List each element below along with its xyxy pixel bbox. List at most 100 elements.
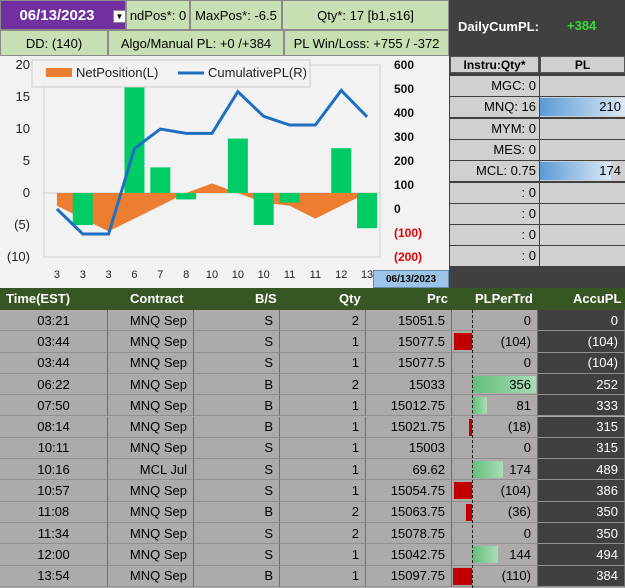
instrument-qty: MYM: 0 [450,118,539,139]
pl-per-trade-value: (18) [507,419,531,435]
col-plpertrd-header: PLPerTrd [475,291,533,306]
pl-chart: 20 15 10 5 0 (5) (10) 600 500 400 300 200 100 0 (100) (… [0,56,449,288]
pl-per-trade-value: (104) [500,333,531,349]
col-contract-header: Contract [130,291,184,306]
instrument-pl [540,203,625,224]
legend-net-label: NetPosition(L) [76,65,158,80]
qty-cell: 1 [280,544,366,566]
price-cell: 69.62 [366,459,452,481]
trade-bar [72,193,93,225]
x-axis-tick: 10 [258,269,270,281]
pl-per-trade-cell: 144 [452,544,538,566]
pl-per-trade-cell: 81 [452,395,538,417]
x-axis-tick: 11 [310,269,321,281]
accu-pl-cell: 315 [538,437,625,460]
contract-cell: MNQ Sep [108,310,194,332]
qty-cell: 1 [280,480,366,502]
accu-pl-cell: 489 [538,459,625,481]
col-prc-header: Prc [427,291,448,306]
date-dropdown-button[interactable]: ▼ [113,10,126,23]
contract-cell: MNQ Sep [108,352,194,374]
accu-pl-cell: 315 [538,416,625,438]
price-cell: 15063.75 [366,501,452,523]
table-row: 13:54 MNQ Sep B 1 15097.75 (110) 384 [0,565,625,587]
pl-databar [472,397,487,415]
time-cell: 11:34 [0,523,108,545]
instrument-panel: Instru:Qty* PL MGC: 0 MNQ: 16 210 MYM: 0 MES… [449,56,625,288]
x-axis-tick: 13 [361,269,373,281]
x-axis-tick: 6 [131,269,137,281]
time-cell: 11:08 [0,501,108,523]
trade-bar [331,148,352,193]
trade-bar [253,193,274,225]
legend-cum-label: CumulativePL(R) [208,65,307,80]
pl-databar [472,546,498,564]
instrument-pl: 174 [540,161,625,182]
qty-cell: 1 [280,437,366,460]
left-axis-tick: 10 [16,121,30,136]
bs-cell: B [194,565,280,587]
bs-cell: S [194,310,280,332]
daily-cum-pl-label: DailyCumPL: [458,19,539,34]
col-qty-header: Qty [339,291,361,306]
price-cell: 15097.75 [366,565,452,587]
pl-per-trade-cell: (104) [452,480,538,502]
bs-cell: S [194,437,280,460]
accu-pl-cell: 0 [538,310,625,332]
trade-bar [227,138,248,193]
pl-per-trade-value: (36) [507,504,531,520]
chart-date-tag: 06/13/2023 [373,270,449,288]
contract-cell: MNQ Sep [108,544,194,566]
instrument-pl [540,76,625,96]
algo-manual-pl-cell: Algo/Manual PL: +0 /+384 [108,30,284,56]
max-position-text: MaxPos*: -6.5 [195,7,277,23]
table-row: 11:34 MNQ Sep S 2 15078.75 0 350 [0,523,625,545]
pl-per-trade-cell: (104) [452,331,538,353]
table-row: 10:57 MNQ Sep S 1 15054.75 (104) 386 [0,480,625,502]
right-axis-tick: 300 [394,130,414,144]
pl-databar [454,482,472,500]
x-axis-tick: 3 [106,269,112,281]
date-cell[interactable]: 06/13/2023 [0,0,126,30]
right-axis-tick: 600 [394,58,414,72]
bs-cell: S [194,480,280,502]
qty-cell: 1 [280,395,366,417]
time-cell: 10:57 [0,480,108,502]
instrument-qty: MES: 0 [450,139,539,160]
contract-cell: MNQ Sep [108,565,194,587]
price-cell: 15051.5 [366,310,452,332]
pl-per-trade-value: 0 [523,355,531,371]
instrument-pl: 210 [540,97,625,118]
table-row: 03:44 MNQ Sep S 1 15077.5 (104) (104) [0,331,625,353]
left-axis-tick: (10) [7,249,30,264]
instrument-pl-header: PL [540,56,625,73]
x-axis-tick: 11 [284,269,295,281]
right-axis-tick: 0 [394,202,401,216]
table-row: 03:44 MNQ Sep S 1 15077.5 0 (104) [0,352,625,374]
end-position-cell: ndPos*: 0 [126,0,190,30]
pl-win-loss-cell: PL Win/Loss: +755 / -372 [284,30,449,56]
chart-svg: 20 15 10 5 0 (5) (10) 600 500 400 300 200 100 0 (100) (… [7,57,422,281]
time-cell: 07:50 [0,395,108,417]
qty-cell: 1 [280,459,366,481]
trade-bar [150,167,171,193]
qty-cell: 1 [280,352,366,374]
contract-cell: MNQ Sep [108,331,194,353]
price-cell: 15021.75 [366,416,452,438]
pl-per-trade-value: 0 [523,440,531,456]
pl-win-loss-text: PL Win/Loss: +755 / -372 [293,35,440,51]
instrument-pl [540,118,625,139]
bs-cell: B [194,395,280,417]
col-time-header: Time(EST) [6,291,71,306]
qty-cell: 1 [280,331,366,353]
table-row: 10:16 MCL Jul S 1 69.62 174 489 [0,459,625,481]
trade-bar [176,193,197,200]
table-row: 03:21 MNQ Sep S 2 15051.5 0 0 [0,310,625,332]
instrument-row: MNQ: 16 210 [449,96,625,118]
pl-per-trade-cell: 0 [452,310,538,332]
instrument-row: : 0 [449,224,625,246]
price-cell: 15033 [366,373,452,396]
instrument-pl [540,182,625,203]
instrument-pl [540,139,625,160]
right-axis-tick: 500 [394,82,414,96]
